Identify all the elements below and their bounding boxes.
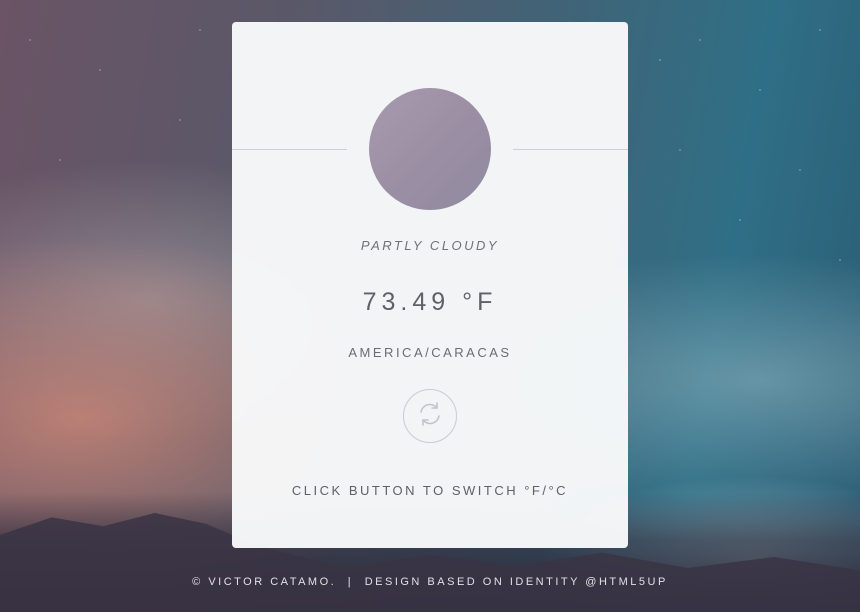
footer: © VICTOR CATAMO. | DESIGN BASED ON IDENT… — [0, 576, 860, 588]
location-label: AMERICA/CARACAS — [348, 345, 512, 360]
weather-card: PARTLY CLOUDY 73.49 °F AMERICA/CARACAS C… — [232, 22, 628, 548]
unit-switch-button[interactable] — [403, 389, 457, 443]
weather-icon-circle — [369, 88, 491, 210]
divider-right — [513, 149, 628, 150]
temperature-value: 73.49 — [362, 288, 451, 316]
footer-design-credit: DESIGN BASED ON IDENTITY @HTML5UP — [364, 576, 668, 588]
temperature-unit: °F — [462, 288, 498, 316]
temperature-display: 73.49 °F — [232, 288, 628, 317]
refresh-icon — [415, 399, 445, 434]
switch-hint: CLICK BUTTON TO SWITCH °F/°C — [291, 483, 569, 498]
footer-credit: © VICTOR CATAMO. — [192, 576, 337, 588]
divider-left — [232, 149, 347, 150]
footer-separator: | — [347, 576, 354, 588]
weather-condition: PARTLY CLOUDY — [360, 238, 500, 253]
